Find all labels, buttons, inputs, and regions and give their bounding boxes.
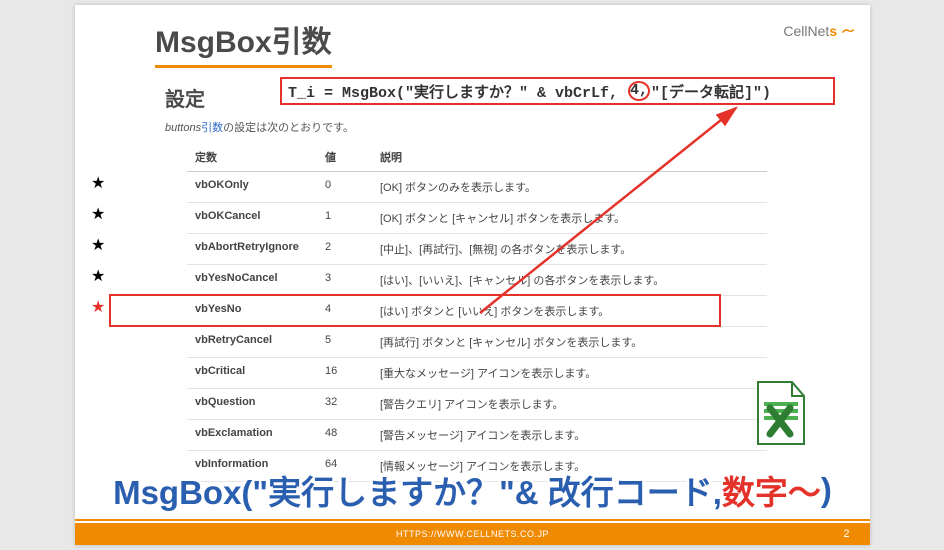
intro-text: buttons引数の設定は次のとおりです。 bbox=[165, 119, 354, 135]
page-title: MsgBox引数 bbox=[155, 17, 332, 68]
table-row: vbAbortRetryIgnore2[中止]、[再試行]、[無視] の各ボタン… bbox=[187, 234, 767, 265]
table-row: vbRetryCancel5[再試行] ボタンと [キャンセル] ボタンを表示し… bbox=[187, 327, 767, 358]
table-row: vbOKCancel1[OK] ボタンと [キャンセル] ボタンを表示します。 bbox=[187, 203, 767, 234]
slide: MsgBox引数 CellNets 設定 T_i = MsgBox("実行します… bbox=[75, 5, 870, 545]
table-row: vbQuestion32[警告クエリ] アイコンを表示します。 bbox=[187, 389, 767, 420]
footer-url: HTTPS://WWW.CELLNETS.CO.JP bbox=[396, 529, 549, 539]
table-row: vbInformation64[情報メッセージ] アイコンを表示します。 bbox=[187, 451, 767, 482]
excel-icon bbox=[750, 378, 810, 450]
cell-const: vbOKCancel bbox=[187, 203, 317, 234]
intro-link[interactable]: 引数 bbox=[201, 122, 223, 134]
constants-table: 定数 値 説明 vbOKOnly0[OK] ボタンのみを表示します。vbOKCa… bbox=[187, 143, 767, 482]
cell-desc: [警告メッセージ] アイコンを表示します。 bbox=[372, 420, 767, 451]
cell-const: vbQuestion bbox=[187, 389, 317, 420]
cell-value: 16 bbox=[317, 358, 372, 389]
cell-desc: [警告クエリ] アイコンを表示します。 bbox=[372, 389, 767, 420]
cell-desc: [OK] ボタンと [キャンセル] ボタンを表示します。 bbox=[372, 203, 767, 234]
table-row: vbOKOnly0[OK] ボタンのみを表示します。 bbox=[187, 172, 767, 203]
cell-value: 0 bbox=[317, 172, 372, 203]
cell-desc: [はい] ボタンと [いいえ] ボタンを表示します。 bbox=[372, 296, 767, 327]
cell-const: vbYesNoCancel bbox=[187, 265, 317, 296]
logo: CellNets bbox=[783, 23, 855, 39]
cell-const: vbRetryCancel bbox=[187, 327, 317, 358]
star-icon: ★ bbox=[91, 176, 105, 192]
table-row: vbYesNoCancel3[はい]、[いいえ]、[キャンセル] の各ボタンを表… bbox=[187, 265, 767, 296]
code-example-box: T_i = MsgBox("実行しますか？" & vbCrLf, 4,"[データ… bbox=[280, 77, 835, 105]
th-desc: 説明 bbox=[372, 143, 767, 172]
cell-value: 2 bbox=[317, 234, 372, 265]
th-const: 定数 bbox=[187, 143, 317, 172]
section-heading: 設定 bbox=[165, 83, 205, 112]
cell-const: vbExclamation bbox=[187, 420, 317, 451]
cell-value: 5 bbox=[317, 327, 372, 358]
cell-value: 4 bbox=[317, 296, 372, 327]
table-row: vbExclamation48[警告メッセージ] アイコンを表示します。 bbox=[187, 420, 767, 451]
cell-value: 32 bbox=[317, 389, 372, 420]
cell-value: 64 bbox=[317, 451, 372, 482]
cell-desc: [情報メッセージ] アイコンを表示します。 bbox=[372, 451, 767, 482]
code-post: "[データ転記]") bbox=[651, 81, 771, 102]
table-row: vbYesNo4[はい] ボタンと [いいえ] ボタンを表示します。 bbox=[187, 296, 767, 327]
cell-const: vbAbortRetryIgnore bbox=[187, 234, 317, 265]
code-pre: T_i = MsgBox("実行しますか？" & vbCrLf, bbox=[288, 81, 627, 102]
logo-icon bbox=[841, 24, 855, 38]
footer-divider bbox=[75, 519, 870, 521]
cell-value: 1 bbox=[317, 203, 372, 234]
star-icon: ★ bbox=[91, 238, 105, 254]
cell-value: 48 bbox=[317, 420, 372, 451]
cell-const: vbInformation bbox=[187, 451, 317, 482]
th-value: 値 bbox=[317, 143, 372, 172]
star-icon: ★ bbox=[91, 269, 105, 285]
cell-desc: [OK] ボタンのみを表示します。 bbox=[372, 172, 767, 203]
cell-desc: [重大なメッセージ] アイコンを表示します。 bbox=[372, 358, 767, 389]
cell-desc: [はい]、[いいえ]、[キャンセル] の各ボタンを表示します。 bbox=[372, 265, 767, 296]
code-highlight-value: 4, bbox=[628, 81, 650, 101]
star-icon: ★ bbox=[91, 300, 105, 316]
cell-desc: [再試行] ボタンと [キャンセル] ボタンを表示します。 bbox=[372, 327, 767, 358]
cell-const: vbCritical bbox=[187, 358, 317, 389]
cell-const: vbOKOnly bbox=[187, 172, 317, 203]
cell-const: vbYesNo bbox=[187, 296, 317, 327]
star-icon: ★ bbox=[91, 207, 105, 223]
footer: HTTPS://WWW.CELLNETS.CO.JP 2 bbox=[75, 523, 870, 545]
page-number: 2 bbox=[843, 528, 850, 540]
table-row: vbCritical16[重大なメッセージ] アイコンを表示します。 bbox=[187, 358, 767, 389]
cell-desc: [中止]、[再試行]、[無視] の各ボタンを表示します。 bbox=[372, 234, 767, 265]
cell-value: 3 bbox=[317, 265, 372, 296]
